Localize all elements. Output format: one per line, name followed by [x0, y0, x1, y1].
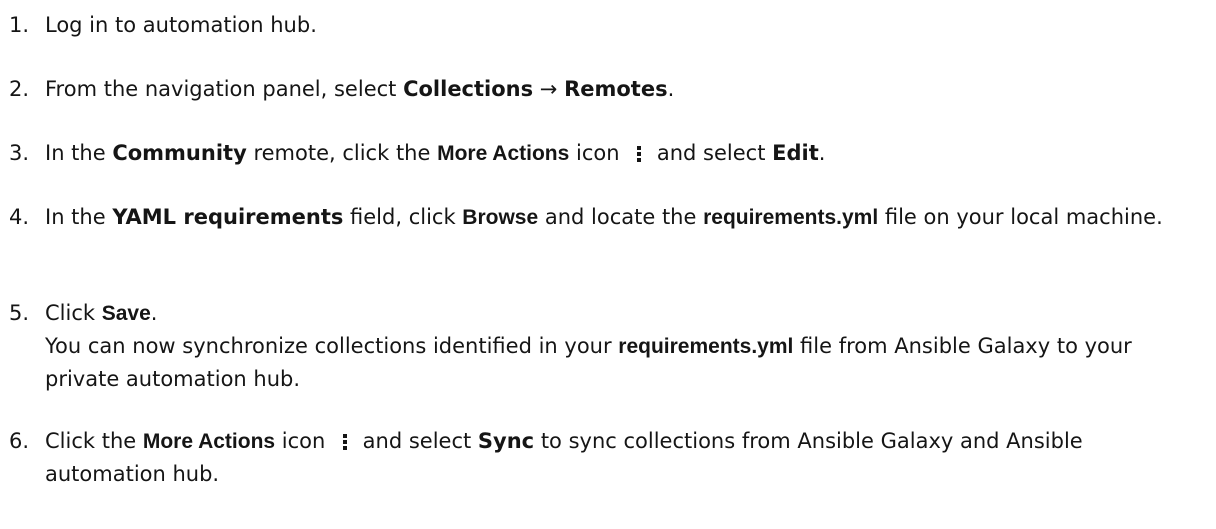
step-text: Click Save. You can now synchronize colle… [45, 297, 1195, 395]
emphasis-text: requirements.yml [703, 206, 879, 229]
step-text-run: Click the [45, 429, 143, 453]
ui-element-name: Sync [477, 429, 535, 453]
procedure-steps-list: 1. Log in to automation hub. 2. From the… [0, 0, 1216, 529]
step-number: 3. [9, 141, 30, 165]
more-actions-kebab-icon [338, 427, 352, 450]
step-text: In the Community remote, click the More … [45, 137, 1195, 170]
step-text-run: . [667, 77, 675, 101]
step-number: 5. [9, 301, 30, 325]
emphasis-text: Save [101, 302, 151, 325]
ui-element-name: YAML requirements [112, 205, 344, 229]
emphasis-text: More Actions [142, 430, 276, 453]
step-text-run: and locate the [538, 205, 704, 229]
step-text-run: Log in to automation hub. [45, 13, 317, 37]
step-number: 2. [9, 77, 30, 101]
step-text-run: icon [275, 429, 332, 453]
step-text-run: In the [45, 205, 113, 229]
step-text-run: remote, click the [246, 141, 438, 165]
step-text-run: From the navigation panel, select [45, 77, 404, 101]
step-text-run: → [533, 77, 565, 101]
step-text-run: file on your local machine. [878, 205, 1163, 229]
step-text-run: and select [650, 141, 773, 165]
ui-element-name: Remotes [564, 77, 668, 101]
emphasis-text: More Actions [437, 142, 570, 165]
ui-element-name: Community [112, 141, 247, 165]
step-text: Click the More Actions icon and select S… [45, 425, 1195, 490]
step-text-run: You can now synchronize collections iden… [45, 334, 619, 358]
ui-element-name: Collections [403, 77, 534, 101]
step-text-run: . [150, 301, 158, 325]
step-text-run: field, click [343, 205, 463, 229]
more-actions-kebab-icon [632, 139, 646, 162]
step-text: From the navigation panel, select Collec… [45, 73, 1195, 105]
step-number: 1. [9, 13, 30, 37]
ui-element-name: Edit [772, 141, 819, 165]
step-text-run: Click [45, 301, 102, 325]
step-text-run: icon [569, 141, 627, 165]
step-text-run: In the [45, 141, 113, 165]
emphasis-text: Browse [462, 206, 539, 229]
step-number: 4. [9, 205, 30, 229]
step-text-run: and select [355, 429, 478, 453]
step-number: 6. [9, 429, 30, 453]
step-text-run: . [818, 141, 826, 165]
step-text: Log in to automation hub. [45, 9, 1195, 41]
emphasis-text: requirements.yml [618, 335, 794, 358]
step-text: In the YAML requirements field, click Br… [45, 201, 1195, 234]
